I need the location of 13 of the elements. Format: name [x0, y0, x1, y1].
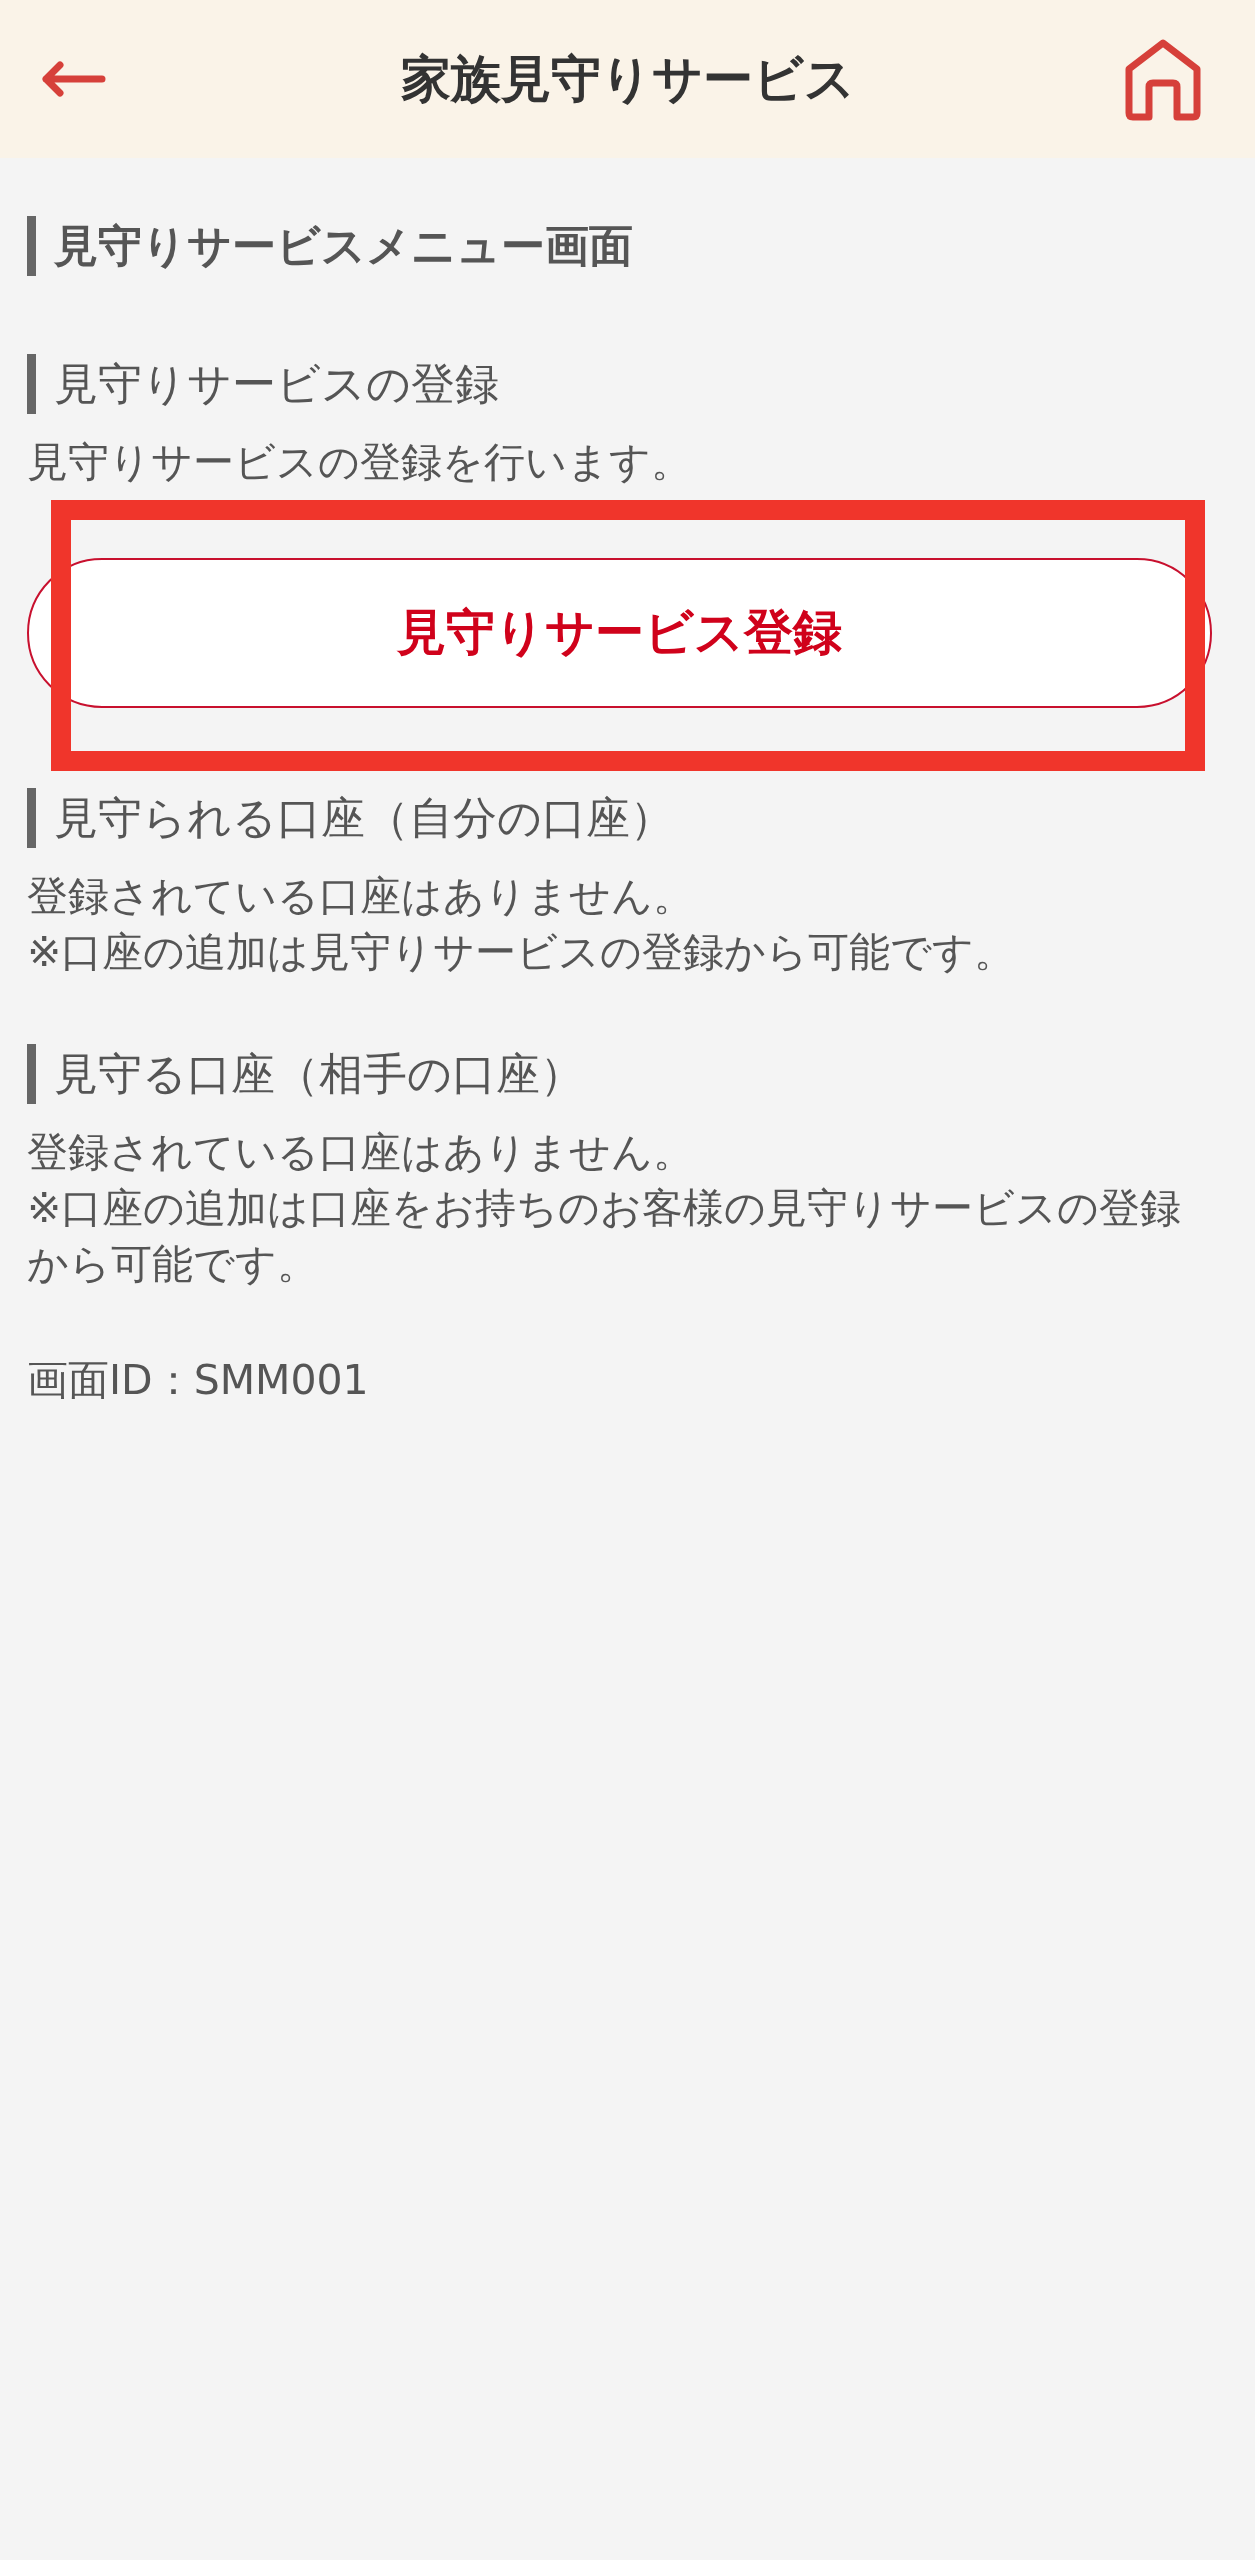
body-text: 見守りサービスの登録を行います。	[27, 437, 693, 488]
page-heading: 見守りサービスメニュー画面	[27, 216, 1228, 276]
body-text: ※口座の追加は口座をお持ちのお客様の見守りサービスの登録から可能です。	[27, 1183, 1183, 1290]
body-text: 登録されている口座はありません。	[27, 871, 695, 922]
home-icon[interactable]	[1123, 37, 1203, 121]
section-heading: 見守りサービスの登録	[27, 354, 1228, 414]
register-button[interactable]: 見守りサービス登録	[27, 558, 1212, 708]
section-heading: 見守られる口座（自分の口座）	[27, 788, 1228, 848]
body-text: ※口座の追加は見守りサービスの登録から可能です。	[27, 927, 1017, 978]
header-title: 家族見守りサービス	[399, 48, 856, 110]
body-text: 登録されている口座はありません。	[27, 1127, 695, 1178]
screen-id: 画面ID：SMM001	[27, 1355, 370, 1406]
section-heading: 見守る口座（相手の口座）	[27, 1044, 1228, 1104]
